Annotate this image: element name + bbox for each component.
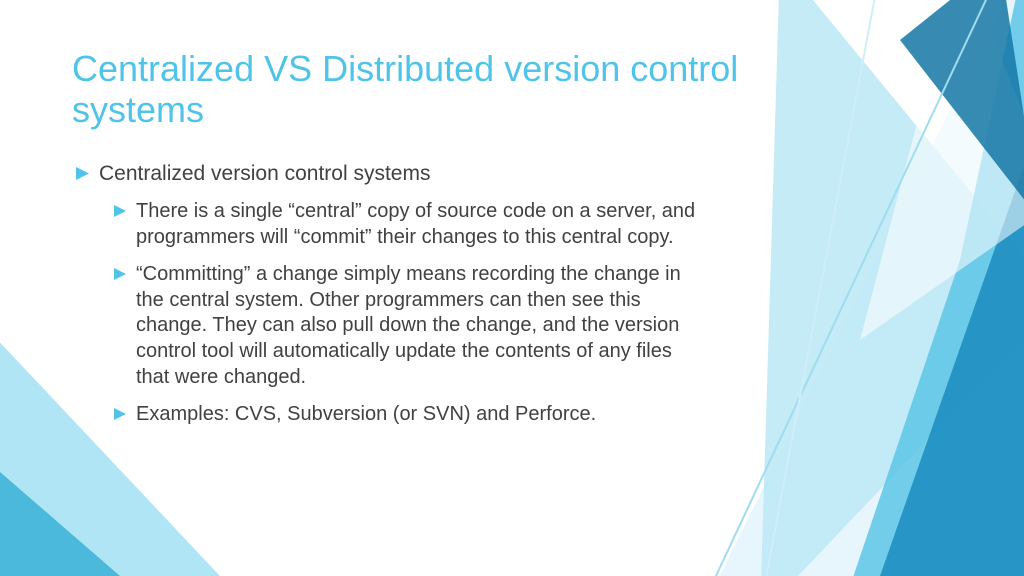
list-item-level2: “Committing” a change simply means recor… xyxy=(114,262,704,390)
list-item-level1: Centralized version control systems xyxy=(76,161,944,187)
list-item-text: “Committing” a change simply means recor… xyxy=(136,262,704,390)
slide: Centralized VS Distributed version contr… xyxy=(0,0,1024,576)
list-item-level2: There is a single “central” copy of sour… xyxy=(114,199,704,250)
content-area: Centralized VS Distributed version contr… xyxy=(0,0,1024,480)
triangle-bullet-icon xyxy=(114,408,126,420)
list-item-text: Centralized version control systems xyxy=(99,161,430,187)
list-item-text: Examples: CVS, Subversion (or SVN) and P… xyxy=(136,402,596,428)
list-item-level2: Examples: CVS, Subversion (or SVN) and P… xyxy=(114,402,704,428)
triangle-bullet-icon xyxy=(114,268,126,280)
triangle-bullet-icon xyxy=(76,167,89,180)
list-item-text: There is a single “central” copy of sour… xyxy=(136,199,704,250)
triangle-bullet-icon xyxy=(114,205,126,217)
slide-title: Centralized VS Distributed version contr… xyxy=(72,48,792,131)
